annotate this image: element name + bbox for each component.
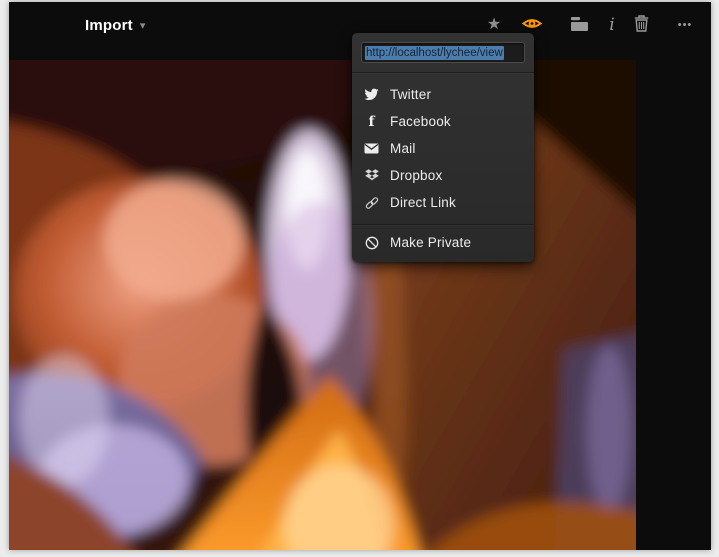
menu-item-direct-link[interactable]: Direct Link [352, 189, 534, 216]
menu-item-label: Facebook [390, 114, 451, 129]
info-icon: i [609, 15, 614, 35]
twitter-icon [363, 86, 380, 103]
menu-item-label: Direct Link [390, 195, 456, 210]
facebook-icon: f [363, 113, 380, 130]
menu-item-mail[interactable]: Mail [352, 135, 534, 162]
menu-item-dropbox[interactable]: Dropbox [352, 162, 534, 189]
menu-item-label: Make Private [390, 235, 471, 250]
menu-item-facebook[interactable]: f Facebook [352, 108, 534, 135]
ellipsis-icon: ••• [678, 19, 693, 31]
share-options-list: Twitter f Facebook Mail [352, 73, 534, 224]
share-footer-list: Make Private [352, 224, 534, 262]
photo-antelope-canyon[interactable] [9, 60, 636, 550]
menu-item-label: Twitter [390, 87, 431, 102]
share-menu: http://localhost/lychee/view Twitter f F… [352, 33, 534, 262]
trash-button[interactable] [626, 10, 656, 40]
more-button[interactable]: ••• [670, 10, 700, 40]
lychee-app-window: Import ▾ ★ i [9, 2, 711, 550]
menu-item-twitter[interactable]: Twitter [352, 81, 534, 108]
page-title: Import [85, 17, 133, 34]
share-url-row: http://localhost/lychee/view [352, 33, 534, 73]
folder-icon [571, 17, 588, 34]
info-button[interactable]: i [597, 10, 627, 40]
menu-item-label: Mail [390, 141, 416, 156]
move-folder-button[interactable] [564, 10, 594, 40]
star-icon: ★ [487, 17, 501, 33]
canyon-photo-art [9, 60, 636, 550]
menu-item-label: Dropbox [390, 168, 442, 183]
menu-item-make-private[interactable]: Make Private [352, 229, 534, 256]
dropbox-icon [363, 167, 380, 184]
link-icon [363, 194, 380, 211]
share-url-text: http://localhost/lychee/view [365, 46, 504, 60]
ban-icon [363, 234, 380, 251]
import-menu-button[interactable]: Import ▾ [85, 12, 145, 38]
eye-icon [522, 16, 542, 34]
trash-icon [634, 15, 649, 35]
mail-icon [363, 140, 380, 157]
share-url-input[interactable]: http://localhost/lychee/view [361, 42, 525, 63]
chevron-down-icon: ▾ [140, 21, 146, 32]
